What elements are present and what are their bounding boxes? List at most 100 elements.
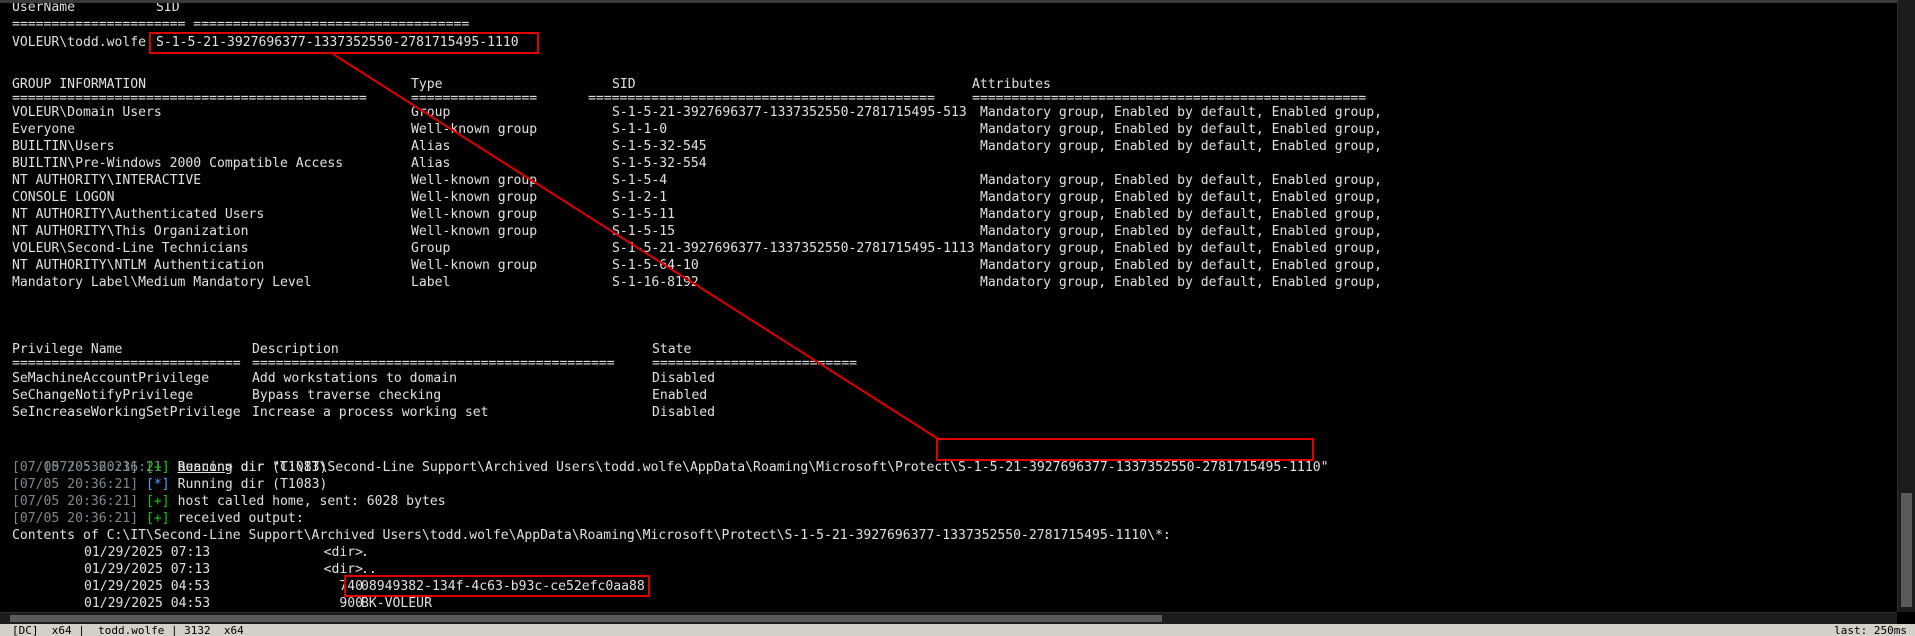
group-sid: S-1-5-15: [612, 224, 676, 239]
window-top-edge: [0, 0, 1915, 3]
username-value: VOLEUR\todd.wolfe: [12, 35, 147, 50]
group-sid: S-1-1-0: [612, 122, 668, 137]
group-name: NT AUTHORITY\This Organization: [12, 224, 249, 239]
terminal-output[interactable]: UserName SID ====================== ====…: [0, 0, 1897, 612]
group-sid: S-1-5-32-545: [612, 139, 707, 154]
dir-entry: 01/29/2025 07:13 <dir>..: [12, 561, 1897, 578]
vertical-scrollbar[interactable]: [1897, 0, 1915, 612]
group-attributes: Mandatory group, Enabled by default, Ena…: [980, 190, 1383, 205]
group-name: BUILTIN\Pre-Windows 2000 Compatible Acce…: [12, 156, 344, 171]
status-bar: [DC] x64 | todd.wolfe | 3132 x64 last: 2…: [0, 624, 1915, 636]
log-marker: [+]: [146, 460, 170, 475]
group-attributes: Mandatory group, Enabled by default, Ena…: [980, 241, 1383, 256]
horizontal-scrollbar-thumb[interactable]: [10, 615, 1162, 622]
privilege-name: SeIncreaseWorkingSetPrivilege: [12, 405, 241, 420]
entry-name: ..: [361, 562, 377, 577]
command-suffix: ": [1320, 460, 1329, 475]
privilege-description: Add workstations to domain: [252, 371, 457, 386]
group-type: Well-known group: [411, 122, 538, 137]
entry-size: <dir>: [323, 545, 363, 560]
user-line: VOLEUR\todd.wolfe S-1-5-21-3927696377-13…: [12, 34, 519, 51]
group-attributes: Mandatory group, Enabled by default, Ena…: [980, 224, 1383, 239]
privilege-state: Disabled: [652, 371, 716, 386]
privilege-state: Enabled: [652, 388, 708, 403]
log-line: [07/05 20:36:21] [+] Running dir (T1083): [12, 459, 327, 476]
group-sid: S-1-5-11: [612, 207, 676, 222]
log-timestamp: [07/05 20:36:21]: [12, 511, 139, 526]
log-timestamp: [07/05 20:36:21]: [12, 477, 139, 492]
group-attributes: Mandatory group, Enabled by default, Ena…: [980, 275, 1383, 290]
group-type: Well-known group: [411, 190, 538, 205]
group-type: Alias: [411, 139, 451, 154]
entry-name: .: [361, 545, 369, 560]
horizontal-scrollbar[interactable]: [0, 612, 1897, 624]
entry-date: 01/29/2025 04:53: [84, 596, 211, 611]
group-type: Well-known group: [411, 224, 538, 239]
user-sid-value: S-1-5-21-3927696377-1337352550-278171549…: [156, 35, 519, 50]
entry-date: 01/29/2025 07:13: [84, 545, 211, 560]
status-last-checkin: last: 250ms: [1834, 624, 1907, 636]
group-name: NT AUTHORITY\Authenticated Users: [12, 207, 265, 222]
group-type: Label: [411, 275, 451, 290]
group-attributes: Mandatory group, Enabled by default, Ena…: [980, 173, 1383, 188]
group-name: NT AUTHORITY\INTERACTIVE: [12, 173, 202, 188]
group-sid: S-1-2-1: [612, 190, 668, 205]
group-type: Group: [411, 105, 451, 120]
dir-entry: 01/29/2025 04:53 900 BK-VOLEUR: [12, 595, 1897, 612]
entry-date: 01/29/2025 07:13: [84, 562, 211, 577]
log-text: Running dir (T1083): [169, 460, 328, 475]
privilege-name: SeMachineAccountPrivilege: [12, 371, 210, 386]
beacon-command-line: [07/05 20:36:21] beacon> dir "C:\IT\Seco…: [12, 442, 1329, 475]
group-sid: S-1-5-4: [612, 173, 668, 188]
group-name: Everyone: [12, 122, 76, 137]
group-name: Mandatory Label\Medium Mandatory Level: [12, 275, 312, 290]
entry-size: <dir>: [323, 562, 363, 577]
group-attributes: Mandatory group, Enabled by default, Ena…: [980, 122, 1383, 137]
group-attributes: Mandatory group, Enabled by default, Ena…: [980, 105, 1383, 120]
privilege-description: Bypass traverse checking: [252, 388, 442, 403]
group-name: CONSOLE LOGON: [12, 190, 115, 205]
group-type: Well-known group: [411, 258, 538, 273]
group-type: Group: [411, 241, 451, 256]
group-sid: S-1-5-64-10: [612, 258, 699, 273]
user-separator: ====================== =================…: [12, 17, 470, 32]
dir-contents-line: Contents of C:\IT\Second-Line Support\Ar…: [12, 528, 1171, 543]
dir-entry: 01/29/2025 04:53 740 08949382-134f-4c63-b9…: [12, 578, 1897, 595]
log-marker: [+]: [146, 494, 170, 509]
group-type: Well-known group: [411, 173, 538, 188]
group-name: VOLEUR\Domain Users: [12, 105, 162, 120]
privilege-state: Disabled: [652, 405, 716, 420]
log-line: [07/05 20:36:21] [*] Running dir (T1083): [12, 476, 327, 493]
group-attributes: Mandatory group, Enabled by default, Ena…: [980, 139, 1383, 154]
log-line: [07/05 20:36:21] [+] host called home, s…: [12, 493, 446, 510]
group-name: BUILTIN\Users: [12, 139, 115, 154]
command-sid: S-1-5-21-3927696377-1337352550-278171549…: [958, 460, 1321, 475]
log-text: host called home, sent: 6028 bytes: [169, 494, 446, 509]
group-type: Well-known group: [411, 207, 538, 222]
privilege-name: SeChangeNotifyPrivilege: [12, 388, 194, 403]
entry-size: 740: [339, 579, 363, 594]
group-sid: S-1-5-21-3927696377-1337352550-278171549…: [612, 105, 967, 120]
privilege-description: Increase a process working set: [252, 405, 489, 420]
entry-date: 01/29/2025 04:53: [84, 579, 211, 594]
dir-entry: 01/29/2025 07:13 <dir>.: [12, 544, 1897, 561]
status-session-info: [DC] x64 | todd.wolfe | 3132 x64: [12, 624, 244, 636]
log-timestamp: [07/05 20:36:21]: [12, 460, 139, 475]
log-text: received output:: [169, 511, 304, 526]
group-attributes: Mandatory group, Enabled by default, Ena…: [980, 258, 1383, 273]
entry-name: BK-VOLEUR: [361, 596, 432, 611]
group-sid: S-1-5-21-3927696377-1337352550-278171549…: [612, 241, 975, 256]
log-text: Running dir (T1083): [169, 477, 328, 492]
group-name: NT AUTHORITY\NTLM Authentication: [12, 258, 265, 273]
group-sid: S-1-5-32-554: [612, 156, 707, 171]
command-prefix: > dir "C:\IT\Second-Line Support\Archive…: [224, 460, 959, 475]
group-name: VOLEUR\Second-Line Technicians: [12, 241, 249, 256]
group-sid: S-1-16-8192: [612, 275, 699, 290]
entry-name: 08949382-134f-4c63-b93c-ce52efc0aa88: [361, 579, 645, 594]
log-marker: [*]: [146, 477, 170, 492]
entry-size: 900: [339, 596, 363, 611]
log-line: [07/05 20:36:21] [+] received output:: [12, 510, 304, 527]
group-attributes: Mandatory group, Enabled by default, Ena…: [980, 207, 1383, 222]
vertical-scrollbar-thumb[interactable]: [1901, 493, 1912, 607]
log-marker: [+]: [146, 511, 170, 526]
